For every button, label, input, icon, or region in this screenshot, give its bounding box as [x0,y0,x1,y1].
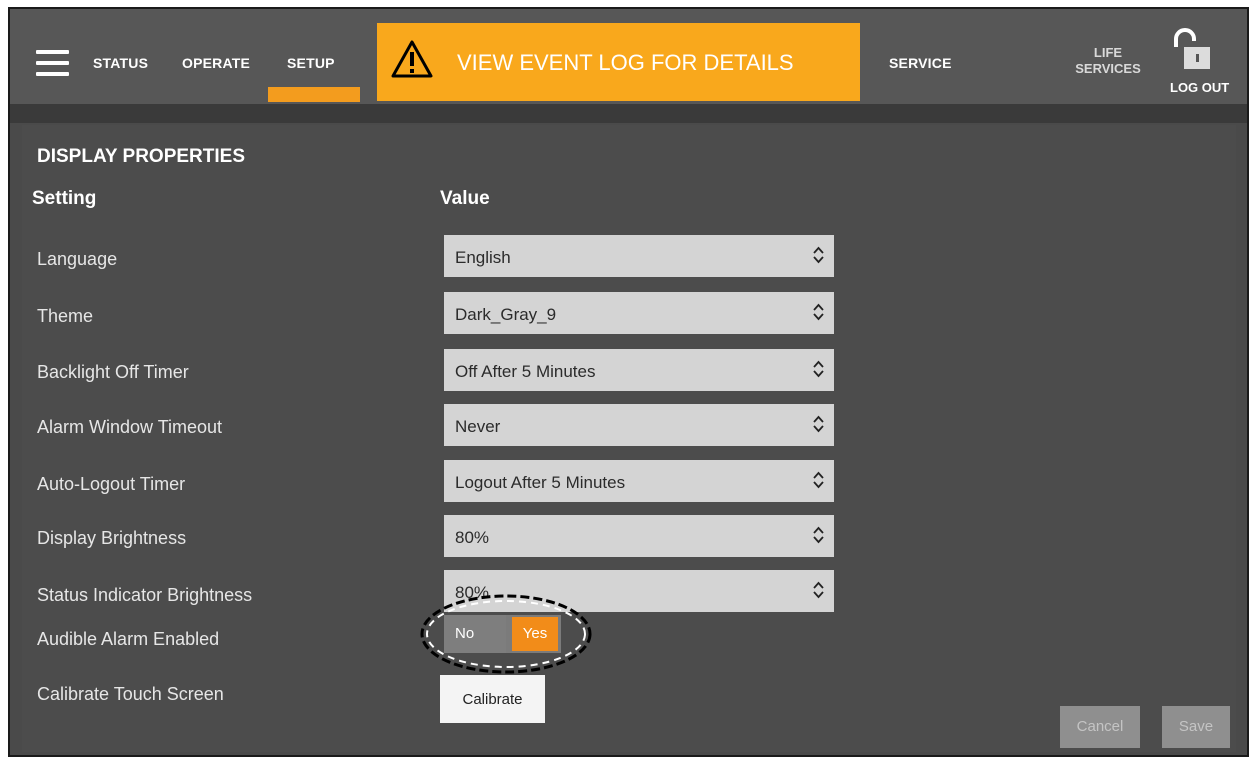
backlight-off-timer-label: Backlight Off Timer [37,362,189,382]
select-arrows-icon [813,360,824,378]
value-column-header: Value [440,188,490,209]
backlight-off-timer-select[interactable]: Off After 5 Minutes [444,349,834,391]
alarm-window-timeout-value: Never [455,417,501,436]
tab-status[interactable]: STATUS [93,55,148,71]
cancel-button[interactable]: Cancel [1060,706,1140,748]
tab-setup[interactable]: SETUP [287,55,335,71]
setting-column-header: Setting [32,188,97,209]
theme-value: Dark_Gray_9 [455,305,557,324]
unlocked-lock-icon[interactable] [1170,27,1212,71]
select-arrows-icon [813,303,824,321]
display-brightness-value: 80% [455,528,490,547]
toggle-yes-option[interactable]: Yes [512,617,558,651]
language-label: Language [37,249,118,269]
banner-text: VIEW EVENT LOG FOR DETAILS [457,50,794,75]
alarm-window-timeout-label: Alarm Window Timeout [37,417,223,437]
calibrate-button[interactable]: Calibrate [440,675,545,723]
active-tab-indicator [268,87,360,102]
menu-icon[interactable] [36,50,69,76]
select-arrows-icon [813,415,824,433]
auto-logout-timer-value: Logout After 5 Minutes [455,473,626,492]
section-title: DISPLAY PROPERTIES [37,146,246,167]
select-arrows-icon [813,246,824,264]
backlight-off-timer-value: Off After 5 Minutes [455,362,596,381]
logout-button[interactable]: LOG OUT [1170,80,1229,95]
audible-alarm-toggle[interactable]: No Yes [444,615,561,653]
display-properties-panel: DISPLAY PROPERTIES Setting Value Languag… [22,125,1236,752]
tab-operate[interactable]: OPERATE [182,55,250,71]
language-select[interactable]: English [444,235,834,277]
status-indicator-brightness-select[interactable]: 80% [444,570,834,612]
toggle-no-option[interactable]: No [444,615,506,653]
theme-select[interactable]: Dark_Gray_9 [444,292,834,334]
select-arrows-icon [813,581,824,599]
status-indicator-brightness-value: 80% [455,583,490,602]
display-brightness-label: Display Brightness [37,528,187,548]
status-indicator-brightness-label: Status Indicator Brightness [37,585,253,605]
select-arrows-icon [813,526,824,544]
tab-service[interactable]: SERVICE [889,55,952,71]
top-nav-bar: STATUS OPERATE SETUP VIEW EVENT LOG FOR … [10,9,1247,104]
auto-logout-timer-label: Auto-Logout Timer [37,474,186,494]
language-value: English [455,248,511,267]
calibrate-touch-screen-label: Calibrate Touch Screen [37,684,224,704]
app-window: STATUS OPERATE SETUP VIEW EVENT LOG FOR … [8,7,1249,757]
alarm-window-timeout-select[interactable]: Never [444,404,834,446]
save-button[interactable]: Save [1162,706,1230,748]
select-arrows-icon [813,471,824,489]
warning-icon [391,40,433,78]
life-services-link[interactable]: LIFE SERVICES [1068,45,1148,77]
display-brightness-select[interactable]: 80% [444,515,834,557]
auto-logout-timer-select[interactable]: Logout After 5 Minutes [444,460,834,502]
theme-label: Theme [37,306,94,326]
event-log-banner[interactable]: VIEW EVENT LOG FOR DETAILS [377,23,860,101]
audible-alarm-enabled-label: Audible Alarm Enabled [37,629,220,649]
header-divider [10,104,1247,123]
